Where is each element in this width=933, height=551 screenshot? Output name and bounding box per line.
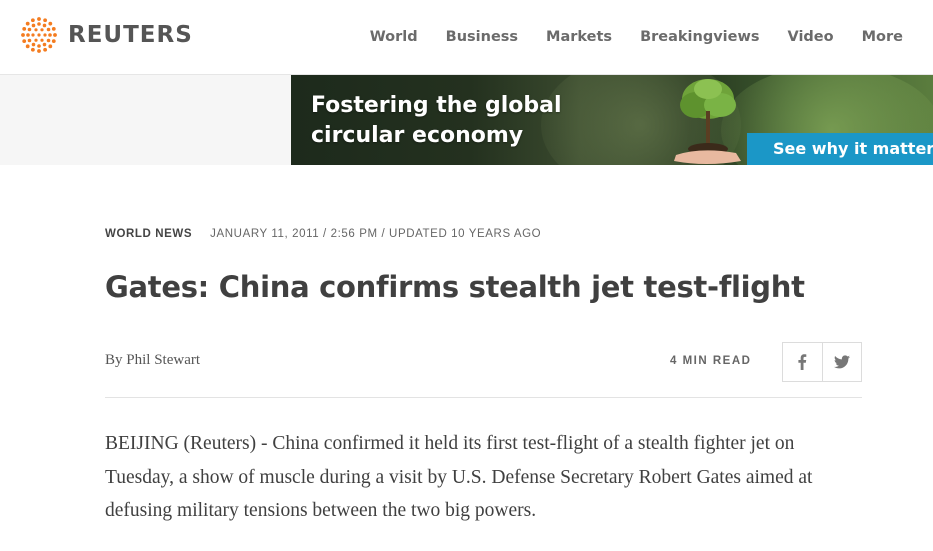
author-link[interactable]: Phil Stewart — [126, 352, 200, 368]
ad-headline: Fostering the global circular economy — [311, 93, 562, 148]
article-title: Gates: China confirms stealth jet test-f… — [105, 270, 805, 304]
section-link[interactable]: WORLD NEWS — [105, 228, 192, 240]
nav-markets[interactable]: Markets — [546, 29, 612, 45]
twitter-share-button[interactable] — [821, 343, 862, 381]
tree-in-hands-image — [674, 79, 741, 164]
facebook-icon — [798, 354, 807, 370]
divider — [105, 397, 862, 398]
nav-breakingviews[interactable]: Breakingviews — [640, 29, 759, 45]
ad-banner-area: Fostering the global circular economy Se… — [0, 75, 933, 165]
article-meta: WORLD NEWS JANUARY 11, 2011 / 2:56 PM / U… — [105, 228, 541, 240]
byline: By Phil Stewart — [105, 352, 200, 369]
ad-banner[interactable]: Fostering the global circular economy Se… — [291, 75, 933, 165]
nav-video[interactable]: Video — [787, 29, 833, 45]
facebook-share-button[interactable] — [783, 343, 822, 381]
article-date: JANUARY 11, 2011 / 2:56 PM / UPDATED 10 … — [210, 228, 542, 240]
nav-world[interactable]: World — [370, 29, 418, 45]
article-body-paragraph: BEIJING (Reuters) - China confirmed it h… — [105, 433, 813, 521]
ad-cta-button[interactable]: See why it matters — [747, 133, 933, 165]
byline-prefix: By — [105, 352, 123, 368]
share-buttons — [782, 342, 862, 382]
reuters-logo[interactable]: REUTERS — [18, 14, 193, 56]
main-nav: World Business Markets Breakingviews Vid… — [370, 0, 903, 74]
reuters-dots-logo-icon — [21, 17, 57, 53]
site-header: REUTERS World Business Markets Breakingv… — [0, 0, 933, 75]
nav-business[interactable]: Business — [446, 29, 518, 45]
nav-more[interactable]: More — [862, 29, 903, 45]
read-time: 4 MIN READ — [670, 355, 752, 367]
twitter-icon — [833, 355, 850, 369]
logo-text: REUTERS — [68, 22, 193, 48]
